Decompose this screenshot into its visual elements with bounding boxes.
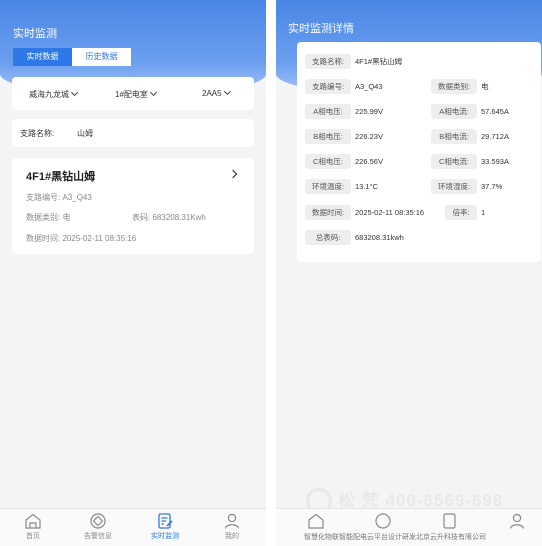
circuit-type-label: 数据类别: bbox=[26, 213, 61, 222]
detail-value: 29.712A bbox=[481, 132, 509, 141]
circuit-time: 数据时间: 2025-02-11 08:35:16 bbox=[26, 233, 136, 244]
circuit-meter-label: 表码: bbox=[132, 213, 151, 222]
detail-value: 13.1°C bbox=[355, 182, 379, 191]
detail-label: A相电压: bbox=[305, 104, 351, 119]
user-icon bbox=[509, 513, 525, 529]
detail-value: 37.7% bbox=[481, 182, 503, 191]
nav-home[interactable]: 首页 bbox=[3, 513, 63, 541]
project-select-value: 威海九龙城 bbox=[29, 90, 69, 99]
detail-value: 226.23V bbox=[355, 132, 383, 141]
circuit-title: 4F1#黑钻山姆 bbox=[26, 171, 96, 183]
tab-realtime-data[interactable]: 实时数据 bbox=[13, 48, 72, 66]
bottom-nav: 首页 告警信息 实时监测 我的 bbox=[0, 508, 266, 546]
circuit-code-value: A3_Q43 bbox=[62, 193, 92, 202]
data-tabs: 实时数据 历史数据 bbox=[13, 48, 131, 66]
cabinet-select[interactable]: 2AA5 bbox=[202, 87, 231, 98]
circuit-time-label: 数据时间: bbox=[26, 234, 61, 243]
room-select[interactable]: 1#配电室 bbox=[115, 88, 157, 100]
nav-profile-label: 我的 bbox=[225, 533, 239, 540]
circuit-meter: 表码: 683208.31Kwh bbox=[132, 212, 206, 223]
detail-card: 支路名称: 4F1#黑钻山姆 支路编号: A3_Q43 数据类别: 电 A相电压… bbox=[297, 42, 541, 262]
alarm-icon bbox=[375, 513, 391, 529]
chevron-down-icon bbox=[149, 88, 157, 97]
nav-alarm-label: 告警信息 bbox=[84, 533, 112, 540]
project-select[interactable]: 威海九龙城 bbox=[29, 88, 79, 100]
detail-label: 总表码: bbox=[305, 230, 351, 245]
nav-monitor-label: 实时监测 bbox=[151, 533, 179, 540]
detail-value: 683208.31kwh bbox=[355, 233, 404, 242]
home-icon bbox=[308, 513, 324, 529]
circuit-meter-value: 683208.31Kwh bbox=[152, 213, 206, 222]
detail-label: 倍率: bbox=[445, 205, 477, 220]
detail-value: 1 bbox=[481, 208, 486, 217]
detail-value: A3_Q43 bbox=[355, 82, 383, 91]
detail-label: C相电流: bbox=[431, 154, 477, 169]
nav-monitor[interactable]: 实时监测 bbox=[135, 513, 195, 541]
home-icon bbox=[25, 513, 41, 529]
user-icon bbox=[224, 513, 240, 529]
page-title: 实时监测 bbox=[13, 28, 57, 40]
chevron-down-icon bbox=[223, 87, 231, 96]
detail-label: 支路编号: bbox=[305, 79, 351, 94]
detail-label: 环境温度: bbox=[305, 179, 351, 194]
detail-value: 4F1#黑钻山姆 bbox=[355, 57, 403, 66]
detail-value: 57.645A bbox=[481, 107, 509, 116]
detail-value: 电 bbox=[481, 82, 489, 91]
nav-alarm[interactable]: 告警信息 bbox=[68, 513, 128, 541]
nav-profile[interactable] bbox=[487, 513, 542, 529]
detail-value: 33.593A bbox=[481, 157, 509, 166]
branch-name-value[interactable]: 山姆 bbox=[77, 128, 93, 139]
circuit-time-value: 2025-02-11 08:35:16 bbox=[62, 234, 137, 243]
realtime-monitor-screen: 实时监测 实时数据 历史数据 威海九龙城 1#配电室 2AA5 支路名称: 山姆… bbox=[0, 0, 266, 546]
detail-value: 225.99V bbox=[355, 107, 383, 116]
detail-label: 环境湿度: bbox=[431, 179, 477, 194]
monitor-icon bbox=[158, 513, 173, 529]
circuit-code-label: 支路编号: bbox=[26, 193, 61, 202]
nav-alarm[interactable] bbox=[353, 513, 413, 529]
detail-label: B相电压: bbox=[305, 129, 351, 144]
detail-label: A相电流: bbox=[431, 104, 477, 119]
branch-name-search[interactable]: 支路名称: 山姆 bbox=[12, 119, 254, 147]
nav-home[interactable] bbox=[286, 513, 346, 529]
detail-label: 数据类别: bbox=[431, 79, 477, 94]
monitor-icon bbox=[443, 513, 456, 529]
alarm-icon bbox=[90, 513, 106, 529]
detail-label: B相电流: bbox=[431, 129, 477, 144]
nav-profile[interactable]: 我的 bbox=[202, 513, 262, 541]
detail-label: 数据时间: bbox=[305, 205, 351, 220]
circuit-card[interactable]: 4F1#黑钻山姆 支路编号: A3_Q43 数据类别: 电 表码: 683208… bbox=[12, 158, 254, 254]
circuit-type: 数据类别: 电 bbox=[26, 212, 70, 223]
chevron-right-icon[interactable] bbox=[228, 169, 238, 179]
detail-value: 2025-02-11 08:35:16 bbox=[355, 208, 425, 217]
realtime-detail-screen: 实时监测详情 支路名称: 4F1#黑钻山姆 支路编号: A3_Q43 数据类别:… bbox=[276, 0, 542, 546]
branch-name-label: 支路名称: bbox=[20, 129, 55, 138]
chevron-down-icon bbox=[70, 88, 79, 97]
room-select-value: 1#配电室 bbox=[115, 90, 148, 99]
cabinet-select-value: 2AA5 bbox=[202, 89, 222, 98]
circuit-type-value: 电 bbox=[62, 213, 71, 222]
detail-label: C相电压: bbox=[305, 154, 351, 169]
filter-bar: 威海九龙城 1#配电室 2AA5 bbox=[12, 77, 254, 110]
tab-history-data[interactable]: 历史数据 bbox=[72, 48, 131, 66]
detail-label: 支路名称: bbox=[305, 54, 351, 69]
nav-monitor[interactable] bbox=[420, 513, 480, 529]
detail-value: 226.56V bbox=[355, 157, 383, 166]
circuit-code: 支路编号: A3_Q43 bbox=[26, 192, 92, 203]
page-title: 实时监测详情 bbox=[288, 23, 354, 35]
footer-note: 智慧化物联智能配电云平台设计研发北京云升科技有限公司 bbox=[304, 534, 486, 541]
nav-home-label: 首页 bbox=[26, 533, 40, 540]
